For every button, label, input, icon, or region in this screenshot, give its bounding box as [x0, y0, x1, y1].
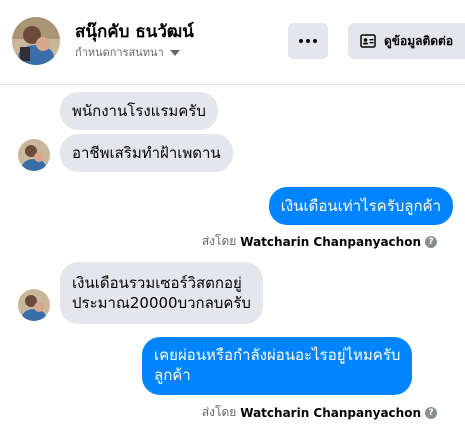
- contact-name: สนุ๊กคับ ธนวัฒน์: [75, 22, 194, 42]
- outgoing-message[interactable]: เคยผ่อนหรือกำลังผ่อนอะไรอยู่ไหมครับ ลูกค…: [142, 337, 413, 395]
- sent-by-prefix: ส่งโดย: [201, 405, 237, 419]
- message-text: พนักงานโรงแรมครับ: [72, 102, 206, 120]
- contact-avatar[interactable]: [12, 17, 60, 65]
- incoming-message[interactable]: อาชีพเสริมทำฝ้าเพดาน: [60, 134, 233, 172]
- more-options-button[interactable]: [288, 23, 328, 59]
- incoming-message[interactable]: เงินเดือนรวมเซอร์วิสตกอยู่ ประมาณ20000บว…: [60, 262, 263, 324]
- message-text-line: เงินเดือนรวมเซอร์วิสตกอยู่: [72, 274, 242, 292]
- view-contact-info-label: ดูข้อมูลติดต่อ: [384, 33, 454, 48]
- conversation-status-label: กำหนดการสนทนา: [75, 46, 164, 59]
- conversation-header: สนุ๊กคับ ธนวัฒน์ กำหนดการสนทนา ดูข้อมูลต…: [0, 0, 465, 85]
- contact-avatar-small[interactable]: [18, 139, 50, 171]
- conversation-status[interactable]: กำหนดการสนทนา: [75, 43, 180, 61]
- view-contact-info-button[interactable]: ดูข้อมูลติดต่อ: [348, 23, 465, 59]
- message-text: อาชีพเสริมทำฝ้าเพดาน: [72, 144, 221, 162]
- contact-avatar-small[interactable]: [18, 289, 50, 321]
- help-icon[interactable]: ?: [425, 406, 437, 419]
- help-icon[interactable]: ?: [425, 235, 437, 248]
- sent-by-prefix: ส่งโดย: [201, 234, 237, 248]
- incoming-message[interactable]: พนักงานโรงแรมครับ: [60, 92, 218, 130]
- caret-down-icon: [169, 49, 180, 56]
- sent-by-label: ส่งโดย Watcharin Chanpanyachon ?: [202, 403, 437, 422]
- sender-name[interactable]: Watcharin Chanpanyachon: [240, 235, 421, 249]
- contact-card-icon: [360, 34, 376, 48]
- outgoing-message[interactable]: เงินเดือนเท่าไรครับลูกค้า: [268, 187, 453, 225]
- message-text-line: เคยผ่อนหรือกำลังผ่อนอะไรอยู่ไหมครับ: [154, 346, 401, 364]
- sender-name[interactable]: Watcharin Chanpanyachon: [240, 406, 421, 420]
- sent-by-label: ส่งโดย Watcharin Chanpanyachon ?: [202, 232, 437, 251]
- more-horizontal-icon: [299, 39, 317, 43]
- message-text: เงินเดือนเท่าไรครับลูกค้า: [280, 197, 441, 215]
- message-text-line: ลูกค้า: [154, 366, 191, 384]
- message-text-line: ประมาณ20000บวกลบครับ: [72, 294, 251, 312]
